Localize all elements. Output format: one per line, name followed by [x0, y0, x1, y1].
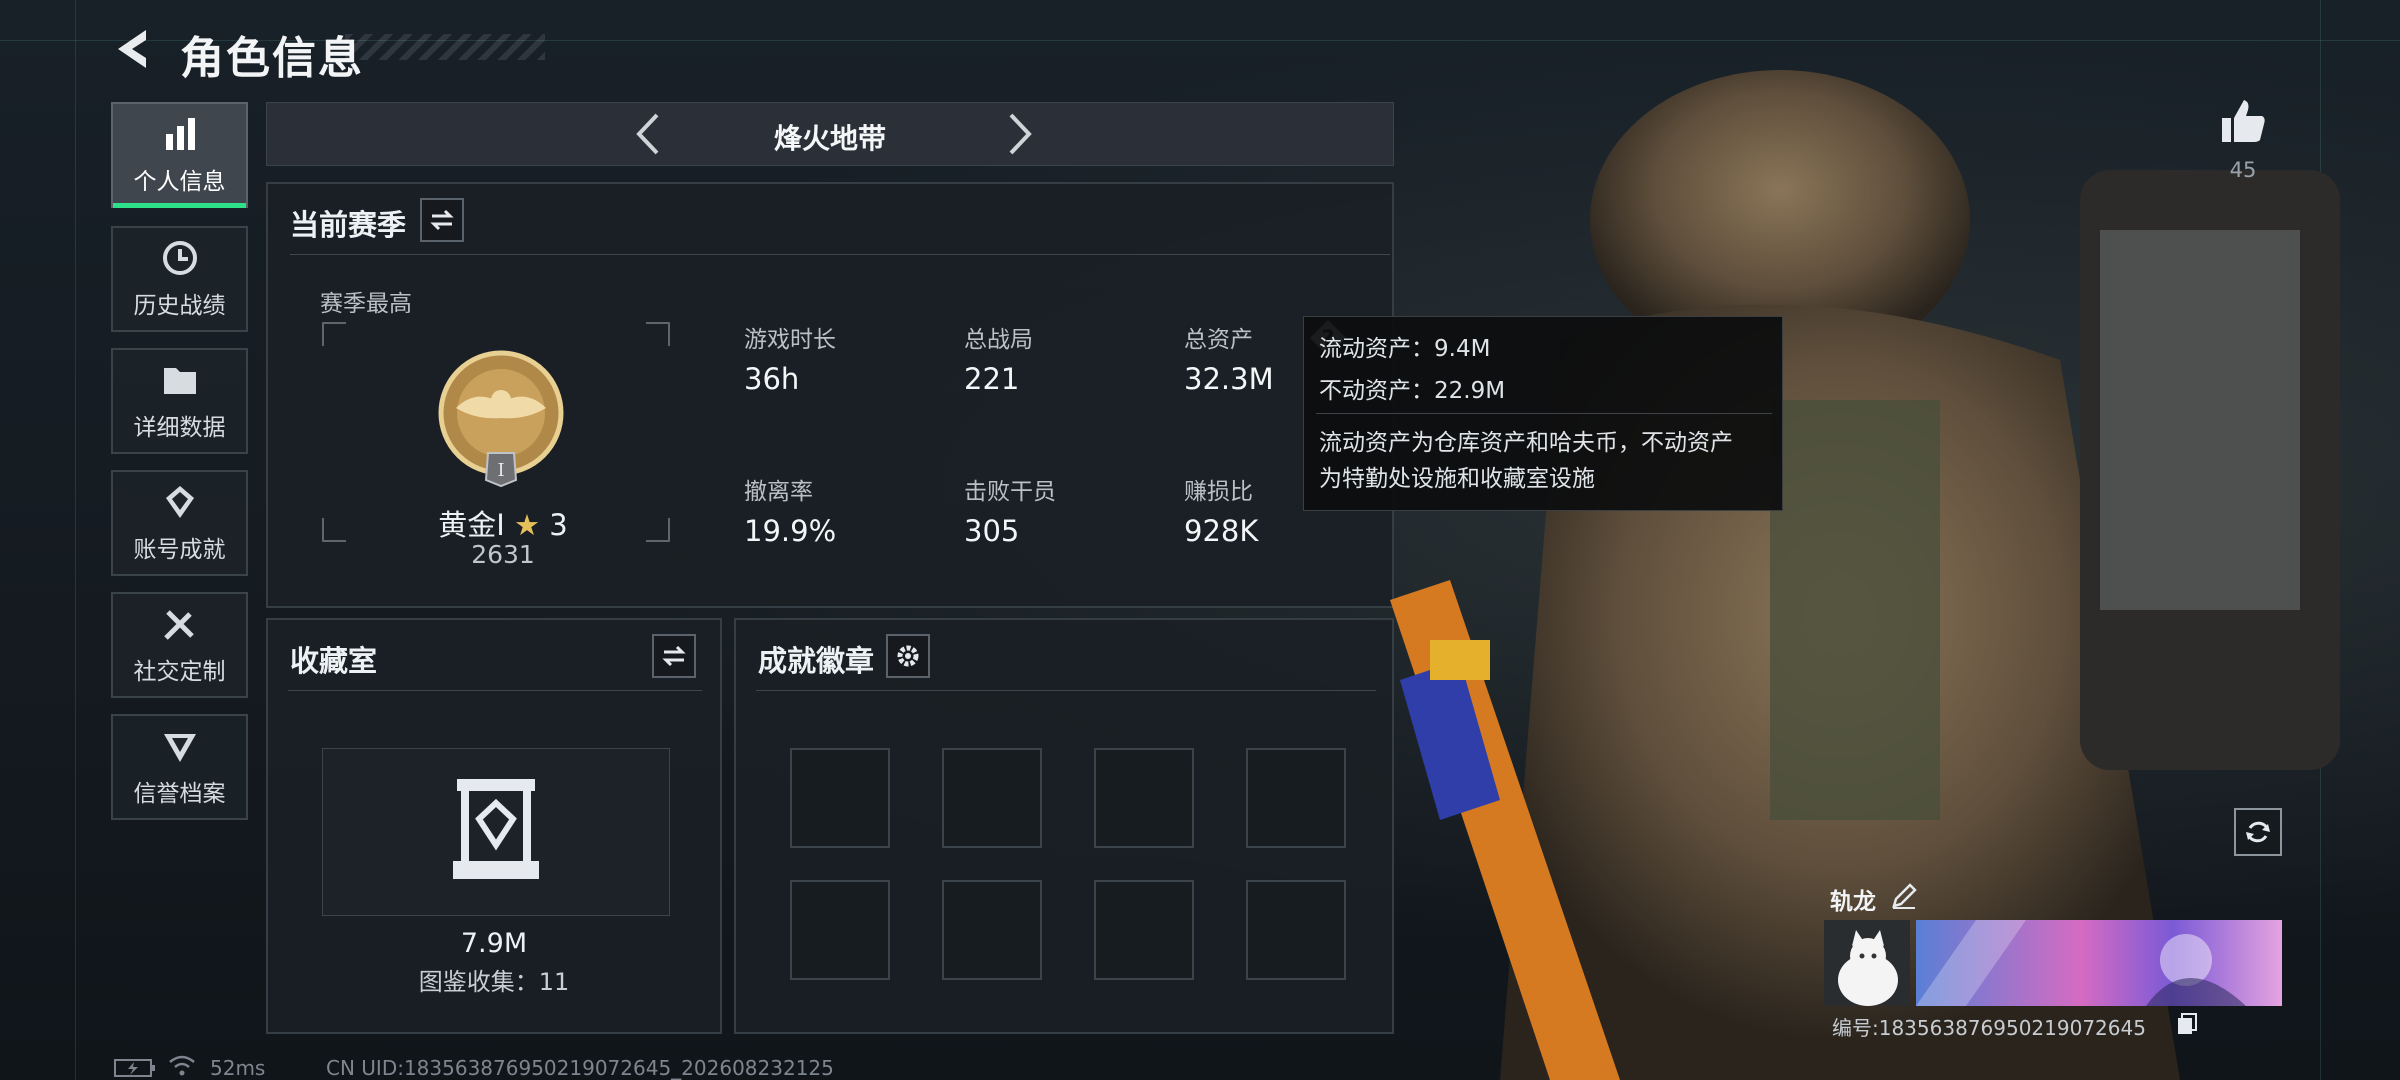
nav-label: 信誉档案 — [133, 781, 226, 807]
tools-icon — [163, 610, 194, 640]
stat-label-playtime: 游戏时长 — [744, 327, 836, 353]
svg-text:I: I — [497, 460, 504, 481]
stat-label-assets: 总资产 — [1184, 327, 1253, 353]
nav-item-social-customize[interactable]: 社交定制 — [111, 592, 248, 698]
stat-value-kills: 305 — [964, 514, 1020, 548]
catalog-count: 图鉴收集：11 — [418, 968, 570, 996]
edit-icon[interactable] — [1890, 882, 1918, 910]
bar-chart-icon — [165, 118, 195, 150]
divider — [756, 690, 1376, 691]
gear-icon — [897, 645, 919, 667]
back-arrow-icon[interactable] — [110, 26, 156, 72]
hud-line — [75, 0, 76, 1080]
achievement-title: 成就徽章 — [758, 644, 875, 678]
banner-art — [1916, 920, 2246, 1006]
page-title: 角色信息 — [180, 33, 364, 84]
display-case-icon — [453, 779, 539, 879]
nav-item-detailed-data[interactable]: 详细数据 — [111, 348, 248, 454]
achievement-panel: 成就徽章 — [734, 618, 1394, 1034]
collection-value: 7.9M — [460, 928, 528, 959]
assets-tooltip: 流动资产：9.4M 不动资产：22.9M 流动资产为仓库资产和哈夫币，不动资产 … — [1303, 316, 1783, 511]
nav-item-personal-info[interactable]: 个人信息 — [111, 102, 248, 208]
tooltip-desc-line2: 为特勤处设施和收藏室设施 — [1319, 466, 1595, 492]
wifi-icon — [169, 1055, 195, 1076]
switch-season-button[interactable] — [420, 198, 464, 242]
nav-label: 历史战绩 — [133, 293, 226, 319]
tooltip-desc-line1: 流动资产为仓库资产和哈夫币，不动资产 — [1319, 430, 1733, 456]
mode-title: 烽火地带 — [773, 122, 886, 155]
rank-score: 2631 — [471, 540, 535, 569]
badge-slot[interactable] — [790, 880, 890, 980]
folder-icon — [163, 368, 196, 394]
season-title: 当前赛季 — [290, 208, 407, 242]
stat-value-playtime: 36h — [744, 362, 800, 396]
swap-icon — [430, 209, 454, 231]
stat-value-profit-ratio: 928K — [1184, 514, 1259, 548]
like-count: 45 — [2229, 158, 2257, 182]
history-icon — [162, 241, 197, 275]
next-mode-button[interactable] — [995, 111, 1041, 157]
stat-label-matches: 总战局 — [964, 327, 1033, 353]
mode-selector: 烽火地带 — [266, 102, 1394, 166]
rank-name: 黄金I ★ 3 — [438, 508, 568, 542]
cat-avatar-icon — [1824, 920, 1910, 1006]
nav-label: 详细数据 — [133, 415, 226, 441]
achievement-icon — [165, 486, 194, 518]
stat-value-matches: 221 — [964, 362, 1020, 396]
collection-title: 收藏室 — [290, 644, 378, 678]
thumbs-up-icon[interactable] — [2218, 96, 2268, 146]
stat-value-assets: 32.3M — [1184, 362, 1274, 396]
divider — [288, 690, 702, 691]
badge-slot[interactable] — [790, 748, 890, 848]
badge-slot[interactable] — [942, 748, 1042, 848]
nav-item-achievements[interactable]: 账号成就 — [111, 470, 248, 576]
stat-value-extract-rate: 19.9% — [744, 514, 837, 548]
ping: 52ms — [210, 1056, 266, 1080]
player-name: 轨龙 — [1830, 889, 1876, 915]
nav-item-history[interactable]: 历史战绩 — [111, 226, 248, 332]
tooltip-liquid-assets: 流动资产：9.4M — [1319, 336, 1491, 362]
nav-label: 社交定制 — [133, 659, 226, 685]
rotate-button[interactable] — [2234, 808, 2282, 856]
season-panel: 当前赛季 赛季最高 I 黄金I ★ 3 2631 游戏时长 36h 总战局 22… — [266, 182, 1394, 608]
divider — [290, 254, 1390, 255]
copy-icon[interactable] — [2176, 1012, 2198, 1036]
rotate-icon — [2246, 821, 2270, 843]
player-banner[interactable] — [1916, 920, 2282, 1006]
achievement-settings-button[interactable] — [886, 634, 930, 678]
uid-text: CN UID:183563876950219072645_20260823212… — [326, 1056, 834, 1080]
tooltip-fixed-assets: 不动资产：22.9M — [1319, 378, 1506, 404]
collection-preview[interactable] — [322, 748, 670, 916]
divider — [1316, 413, 1772, 414]
season-best-label: 赛季最高 — [320, 291, 412, 317]
badge-slot[interactable] — [942, 880, 1042, 980]
gold-rank-badge-icon: I — [438, 350, 564, 488]
player-id: 编号:18356387695021907264​5 — [1832, 1016, 2146, 1040]
nav-item-reputation[interactable]: 信誉档案 — [111, 714, 248, 820]
battery-icon — [114, 1059, 155, 1077]
avatar[interactable] — [1824, 920, 1910, 1006]
badge-slot[interactable] — [1094, 748, 1194, 848]
nav-label: 账号成就 — [133, 537, 226, 563]
star-icon: ★ — [514, 508, 541, 542]
badge-slot[interactable] — [1094, 880, 1194, 980]
title-decoration — [345, 34, 545, 60]
stat-label-extract-rate: 撤离率 — [744, 479, 813, 505]
reputation-icon — [163, 734, 196, 762]
switch-collection-button[interactable] — [652, 634, 696, 678]
stat-label-kills: 击败干员 — [964, 479, 1056, 505]
collection-panel: 收藏室 7.9M 图鉴收集：11 — [266, 618, 722, 1034]
swap-icon — [662, 645, 686, 667]
nav-label: 个人信息 — [133, 169, 226, 195]
stat-label-profit-ratio: 赚损比 — [1184, 479, 1253, 505]
